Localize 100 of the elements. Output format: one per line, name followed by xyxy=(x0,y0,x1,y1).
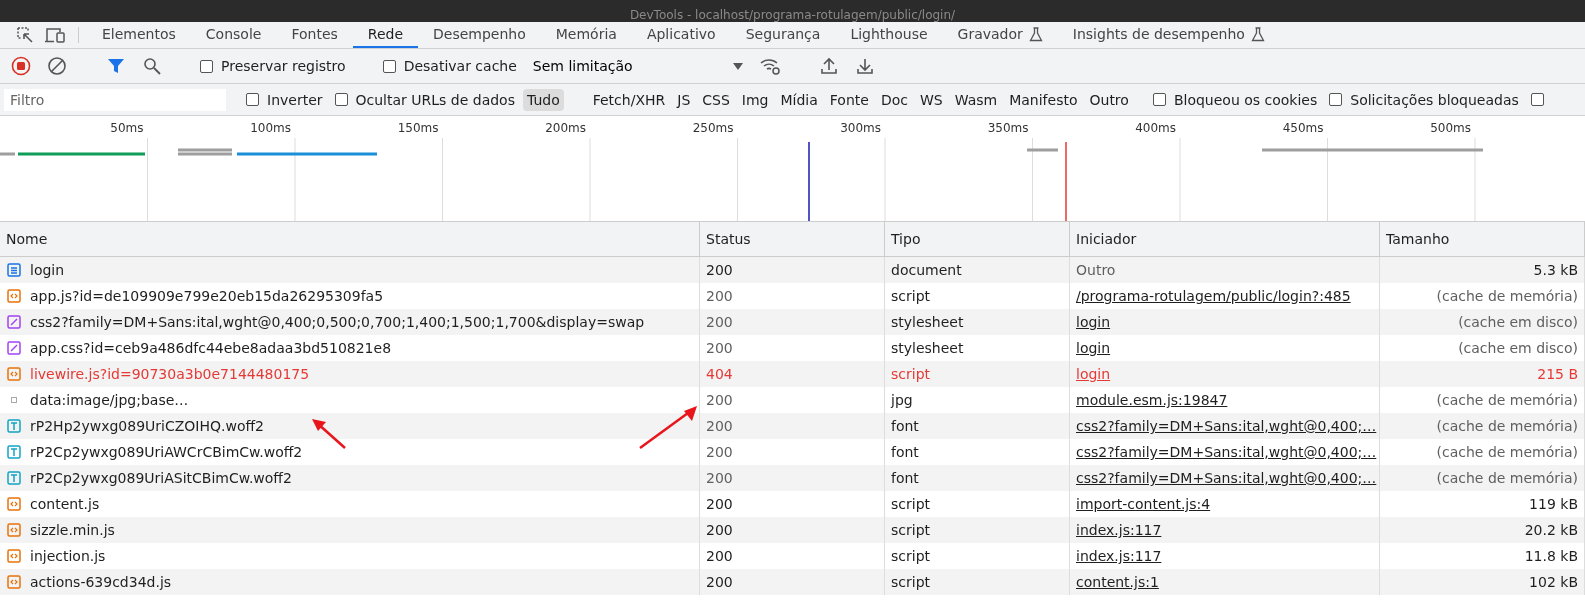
font-icon xyxy=(6,444,22,460)
checkbox-option[interactable]: Solicitações bloqueadas xyxy=(1325,91,1523,108)
initiator-link[interactable]: import-content.js:4 xyxy=(1076,496,1211,512)
status-cell: 404 xyxy=(700,361,885,387)
type-cell: font xyxy=(885,465,1070,491)
panel-tab[interactable]: Gravador xyxy=(942,22,1058,48)
type-filter-button[interactable]: Img xyxy=(737,88,773,111)
panel-tab[interactable]: Segurança xyxy=(730,22,836,48)
initiator-link[interactable]: module.esm.js:19847 xyxy=(1076,392,1228,408)
throttling-dropdown[interactable]: Sem limitação xyxy=(526,58,749,74)
initiator-link[interactable]: login xyxy=(1076,340,1111,356)
status-cell: 200 xyxy=(700,413,885,439)
panel-tab[interactable]: Lighthouse xyxy=(835,22,943,48)
type-filter-button[interactable]: JS xyxy=(673,88,695,111)
timeline-tick-label: 200ms xyxy=(545,121,586,135)
type-filter-button[interactable]: Fetch/XHR xyxy=(588,88,670,111)
request-name[interactable]: injection.js xyxy=(30,548,106,564)
code-file-icon xyxy=(6,574,22,590)
panel-tab[interactable]: Fontes xyxy=(276,22,353,48)
initiator-link[interactable]: /programa-rotulagem/public/login?:485 xyxy=(1076,288,1351,304)
panel-tab[interactable]: Aplicativo xyxy=(631,22,731,48)
timeline-tick-label: 300ms xyxy=(840,121,881,135)
panel-tab[interactable]: Elementos xyxy=(87,22,191,48)
type-cell: font xyxy=(885,413,1070,439)
request-name[interactable]: actions-639cd34d.js xyxy=(30,574,172,590)
initiator-cell: Outro xyxy=(1076,262,1116,278)
clear-icon[interactable] xyxy=(47,56,67,76)
timeline-tick-label: 150ms xyxy=(397,121,439,135)
status-cell: 200 xyxy=(700,465,885,491)
request-name[interactable]: content.js xyxy=(30,496,100,512)
request-name[interactable]: app.js?id=de109909e799e20eb15da26295309fa5 xyxy=(30,288,384,304)
type-filter-button[interactable]: WS xyxy=(915,88,947,111)
annotation-arrow xyxy=(639,406,697,449)
timeline-tick-label: 50ms xyxy=(110,121,144,135)
type-filter-button[interactable]: Outro xyxy=(1085,88,1133,111)
checkbox-option[interactable]: Desativar cache xyxy=(378,58,521,74)
inspect-element-icon[interactable] xyxy=(15,25,35,45)
request-name[interactable]: data:image/jpg;base… xyxy=(30,392,189,408)
window-title: DevTools - localhost/programa-rotulagem/public/login/ xyxy=(629,9,956,22)
status-cell: 200 xyxy=(700,517,885,543)
type-filter-button[interactable]: Doc xyxy=(876,88,912,111)
request-name[interactable]: rP2Cp2ywxg089UriAWCrCBimCw.woff2 xyxy=(30,444,303,460)
code-file-icon xyxy=(6,366,22,382)
upload-icon[interactable] xyxy=(819,57,838,75)
column-header[interactable]: Iniciador xyxy=(1070,222,1380,257)
timeline-tick-label: 250ms xyxy=(692,121,734,135)
checkbox-option[interactable]: Ocultar URLs de dados xyxy=(330,91,519,108)
panel-tab[interactable]: Memória xyxy=(540,22,632,48)
type-filter-button[interactable]: Manifesto xyxy=(1005,88,1082,111)
status-cell: 200 xyxy=(700,569,885,595)
request-name[interactable]: app.css?id=ceb9a486dfc44ebe8adaa3bd510821e8 xyxy=(30,340,392,356)
record-icon[interactable] xyxy=(11,56,31,76)
panel-tab[interactable]: Insights de desempenho xyxy=(1057,22,1280,48)
column-header[interactable]: Tipo xyxy=(885,222,1070,257)
type-cell: script xyxy=(885,361,1070,387)
initiator-link[interactable]: index.js:117 xyxy=(1076,522,1162,538)
column-header[interactable]: Tamanho xyxy=(1380,222,1585,257)
size-cell: 215 B xyxy=(1380,361,1585,387)
font-icon xyxy=(6,470,22,486)
checkbox-option[interactable]: Bloqueou os cookies xyxy=(1148,91,1322,108)
size-cell: 20.2 kB xyxy=(1380,517,1585,543)
timeline-tick-label: 400ms xyxy=(1135,121,1176,135)
initiator-link[interactable]: css2?family=DM+Sans:ital,wght@0,400;… xyxy=(1076,444,1377,460)
image-icon xyxy=(11,397,17,403)
type-filter-button[interactable]: Wasm xyxy=(950,88,1002,111)
initiator-link[interactable]: login xyxy=(1076,314,1111,330)
type-cell: script xyxy=(885,517,1070,543)
type-filter-button[interactable]: Mídia xyxy=(776,88,822,111)
document-icon xyxy=(6,262,22,278)
column-header[interactable]: Nome xyxy=(0,222,700,257)
type-filter-button[interactable]: Fonte xyxy=(825,88,873,111)
type-filter-button[interactable]: CSS xyxy=(698,88,734,111)
panel-tab[interactable]: Desempenho xyxy=(418,22,541,48)
search-icon[interactable] xyxy=(143,57,161,75)
checkbox-option[interactable]: Inverter xyxy=(242,91,327,108)
panel-tab[interactable]: Console xyxy=(190,22,277,48)
code-file-icon xyxy=(6,548,22,564)
device-toggle-icon[interactable] xyxy=(44,26,66,44)
size-cell: 102 kB xyxy=(1380,569,1585,595)
request-name[interactable]: sizzle.min.js xyxy=(30,522,115,538)
initiator-link[interactable]: login xyxy=(1076,366,1111,382)
timeline-tick-label: 350ms xyxy=(987,121,1029,135)
download-icon[interactable] xyxy=(855,57,874,75)
font-icon xyxy=(6,418,22,434)
type-filter-button[interactable]: Tudo xyxy=(522,88,564,111)
network-conditions-icon[interactable] xyxy=(758,57,781,75)
filter-field[interactable]: Filtro xyxy=(4,88,226,111)
annotation-arrow xyxy=(312,419,346,449)
checkbox-option[interactable]: Preservar registro xyxy=(196,58,350,74)
filter-icon[interactable] xyxy=(107,57,125,75)
status-cell: 200 xyxy=(700,309,885,335)
initiator-link[interactable]: content.js:1 xyxy=(1076,574,1159,590)
initiator-link[interactable]: index.js:117 xyxy=(1076,548,1162,564)
size-cell: (cache de memória) xyxy=(1380,413,1585,439)
column-header[interactable]: Status xyxy=(700,222,885,257)
timeline-tick-label: 450ms xyxy=(1282,121,1324,135)
status-cell: 200 xyxy=(700,257,885,283)
request-name[interactable]: login xyxy=(30,262,65,278)
type-cell: script xyxy=(885,569,1070,595)
timeline-tick-label: 500ms xyxy=(1430,121,1471,135)
